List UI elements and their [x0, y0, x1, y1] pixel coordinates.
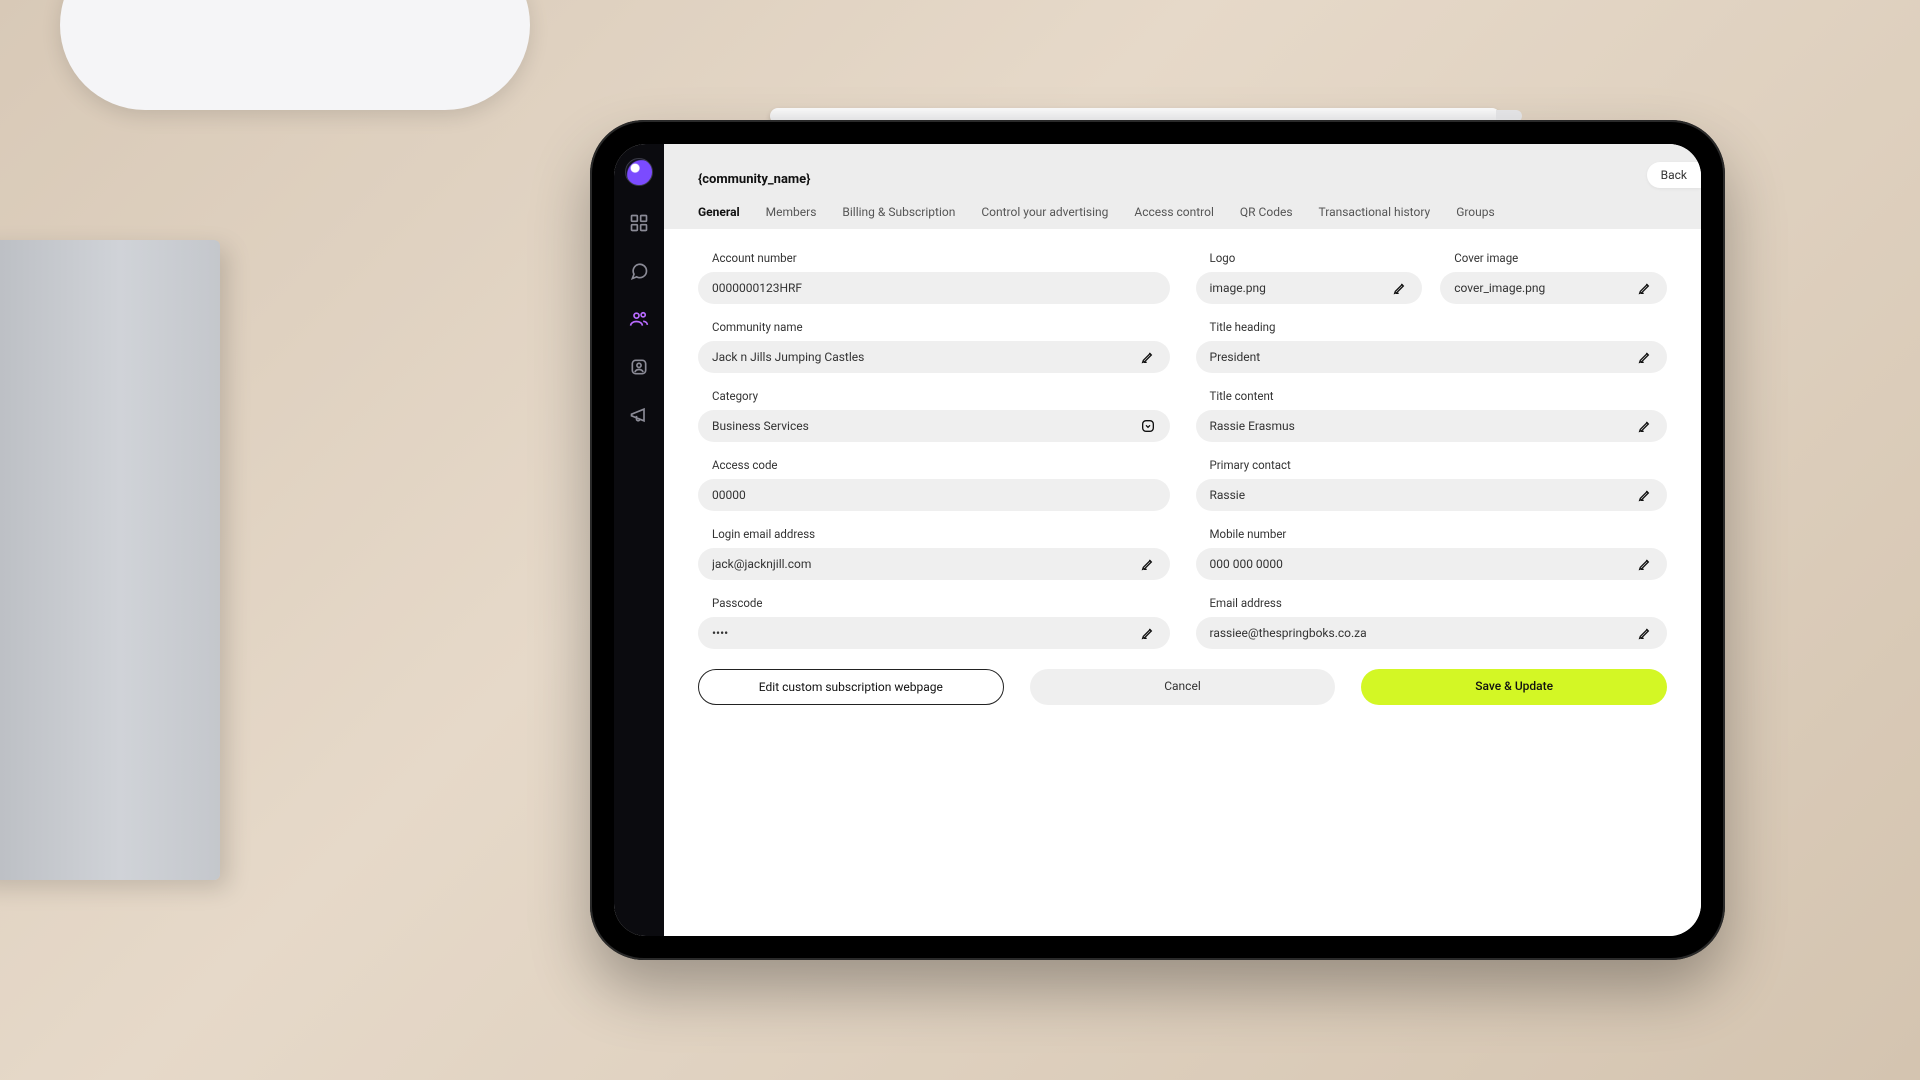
- edit-webpage-button[interactable]: Edit custom subscription webpage: [698, 669, 1004, 705]
- field-email-address: Email address rassiee@thespringboks.co.z…: [1196, 596, 1668, 649]
- tab-general[interactable]: General: [698, 205, 740, 219]
- label-logo: Logo: [1196, 251, 1423, 265]
- value-primary-contact: Rassie: [1210, 488, 1246, 502]
- input-primary-contact[interactable]: Rassie: [1196, 479, 1668, 511]
- form-body: Account number 0000000123HRF Community n…: [664, 229, 1701, 936]
- label-account-number: Account number: [698, 251, 1170, 265]
- input-passcode[interactable]: ••••: [698, 617, 1170, 649]
- label-community-name: Community name: [698, 320, 1170, 334]
- tablet-device: {community_name} Back General Members Bi…: [590, 120, 1725, 960]
- profile-icon[interactable]: [628, 356, 650, 378]
- chevron-down-icon[interactable]: [1140, 418, 1156, 434]
- input-title-heading[interactable]: President: [1196, 341, 1668, 373]
- label-email-address: Email address: [1196, 596, 1668, 610]
- value-logo: image.png: [1210, 281, 1266, 295]
- input-access-code[interactable]: 00000: [698, 479, 1170, 511]
- field-title-heading: Title heading President: [1196, 320, 1668, 373]
- field-account-number: Account number 0000000123HRF: [698, 251, 1170, 304]
- value-passcode: ••••: [712, 626, 728, 640]
- label-passcode: Passcode: [698, 596, 1170, 610]
- input-login-email[interactable]: jack@jacknjill.com: [698, 548, 1170, 580]
- label-mobile-number: Mobile number: [1196, 527, 1668, 541]
- desk-prop-mouse: [60, 0, 530, 110]
- back-button[interactable]: Back: [1647, 162, 1701, 188]
- right-column: Logo image.png Cover image cover_image.p…: [1196, 251, 1668, 665]
- value-login-email: jack@jacknjill.com: [712, 557, 811, 571]
- input-email-address[interactable]: rassiee@thespringboks.co.za: [1196, 617, 1668, 649]
- input-account-number[interactable]: 0000000123HRF: [698, 272, 1170, 304]
- app-screen: {community_name} Back General Members Bi…: [614, 144, 1701, 936]
- upload-logo[interactable]: image.png: [1196, 272, 1423, 304]
- value-mobile-number: 000 000 0000: [1210, 557, 1283, 571]
- input-community-name[interactable]: Jack n Jills Jumping Castles: [698, 341, 1170, 373]
- field-access-code: Access code 00000: [698, 458, 1170, 511]
- value-title-content: Rassie Erasmus: [1210, 419, 1295, 433]
- pencil-icon[interactable]: [1637, 418, 1653, 434]
- label-primary-contact: Primary contact: [1196, 458, 1668, 472]
- field-primary-contact: Primary contact Rassie: [1196, 458, 1668, 511]
- input-title-content[interactable]: Rassie Erasmus: [1196, 410, 1668, 442]
- pencil-icon[interactable]: [1637, 349, 1653, 365]
- cancel-button[interactable]: Cancel: [1030, 669, 1336, 705]
- tab-advertising[interactable]: Control your advertising: [981, 205, 1108, 219]
- field-logo: Logo image.png: [1196, 251, 1423, 304]
- page-title: {community_name}: [698, 172, 1667, 187]
- field-title-content: Title content Rassie Erasmus: [1196, 389, 1668, 442]
- label-category: Category: [698, 389, 1170, 403]
- tab-groups[interactable]: Groups: [1456, 205, 1495, 219]
- pencil-icon[interactable]: [1637, 487, 1653, 503]
- select-category[interactable]: Business Services: [698, 410, 1170, 442]
- value-category: Business Services: [712, 419, 809, 433]
- label-login-email: Login email address: [698, 527, 1170, 541]
- pencil-icon[interactable]: [1140, 349, 1156, 365]
- save-update-button[interactable]: Save & Update: [1361, 669, 1667, 705]
- desk-prop-laptop: [0, 240, 220, 880]
- tabs: General Members Billing & Subscription C…: [698, 205, 1667, 229]
- sidebar: [614, 144, 664, 936]
- tab-qr-codes[interactable]: QR Codes: [1240, 205, 1293, 219]
- tab-transactional-history[interactable]: Transactional history: [1319, 205, 1431, 219]
- footer-actions: Edit custom subscription webpage Cancel …: [698, 669, 1667, 705]
- tab-access-control[interactable]: Access control: [1134, 205, 1214, 219]
- header: {community_name} Back General Members Bi…: [664, 144, 1701, 229]
- grid-icon[interactable]: [628, 212, 650, 234]
- field-cover-image: Cover image cover_image.png: [1440, 251, 1667, 304]
- value-email-address: rassiee@thespringboks.co.za: [1210, 626, 1367, 640]
- chat-icon[interactable]: [628, 260, 650, 282]
- announce-icon[interactable]: [628, 404, 650, 426]
- field-passcode: Passcode ••••: [698, 596, 1170, 649]
- label-cover-image: Cover image: [1440, 251, 1667, 265]
- value-title-heading: President: [1210, 350, 1261, 364]
- label-access-code: Access code: [698, 458, 1170, 472]
- tab-members[interactable]: Members: [766, 205, 817, 219]
- value-access-code: 00000: [712, 488, 746, 502]
- pencil-icon[interactable]: [1140, 625, 1156, 641]
- app-logo[interactable]: [625, 158, 653, 186]
- field-community-name: Community name Jack n Jills Jumping Cast…: [698, 320, 1170, 373]
- left-column: Account number 0000000123HRF Community n…: [698, 251, 1170, 665]
- field-category: Category Business Services: [698, 389, 1170, 442]
- value-community-name: Jack n Jills Jumping Castles: [712, 350, 864, 364]
- field-mobile-number: Mobile number 000 000 0000: [1196, 527, 1668, 580]
- upload-cover-image[interactable]: cover_image.png: [1440, 272, 1667, 304]
- pencil-icon[interactable]: [1637, 556, 1653, 572]
- pencil-icon[interactable]: [1637, 625, 1653, 641]
- field-login-email: Login email address jack@jacknjill.com: [698, 527, 1170, 580]
- value-account-number: 0000000123HRF: [712, 281, 802, 295]
- label-title-content: Title content: [1196, 389, 1668, 403]
- main-panel: {community_name} Back General Members Bi…: [664, 144, 1701, 936]
- pencil-icon[interactable]: [1392, 280, 1408, 296]
- users-icon[interactable]: [628, 308, 650, 330]
- value-cover-image: cover_image.png: [1454, 281, 1545, 295]
- tab-billing[interactable]: Billing & Subscription: [842, 205, 955, 219]
- input-mobile-number[interactable]: 000 000 0000: [1196, 548, 1668, 580]
- pencil-icon[interactable]: [1140, 556, 1156, 572]
- pencil-icon[interactable]: [1637, 280, 1653, 296]
- label-title-heading: Title heading: [1196, 320, 1668, 334]
